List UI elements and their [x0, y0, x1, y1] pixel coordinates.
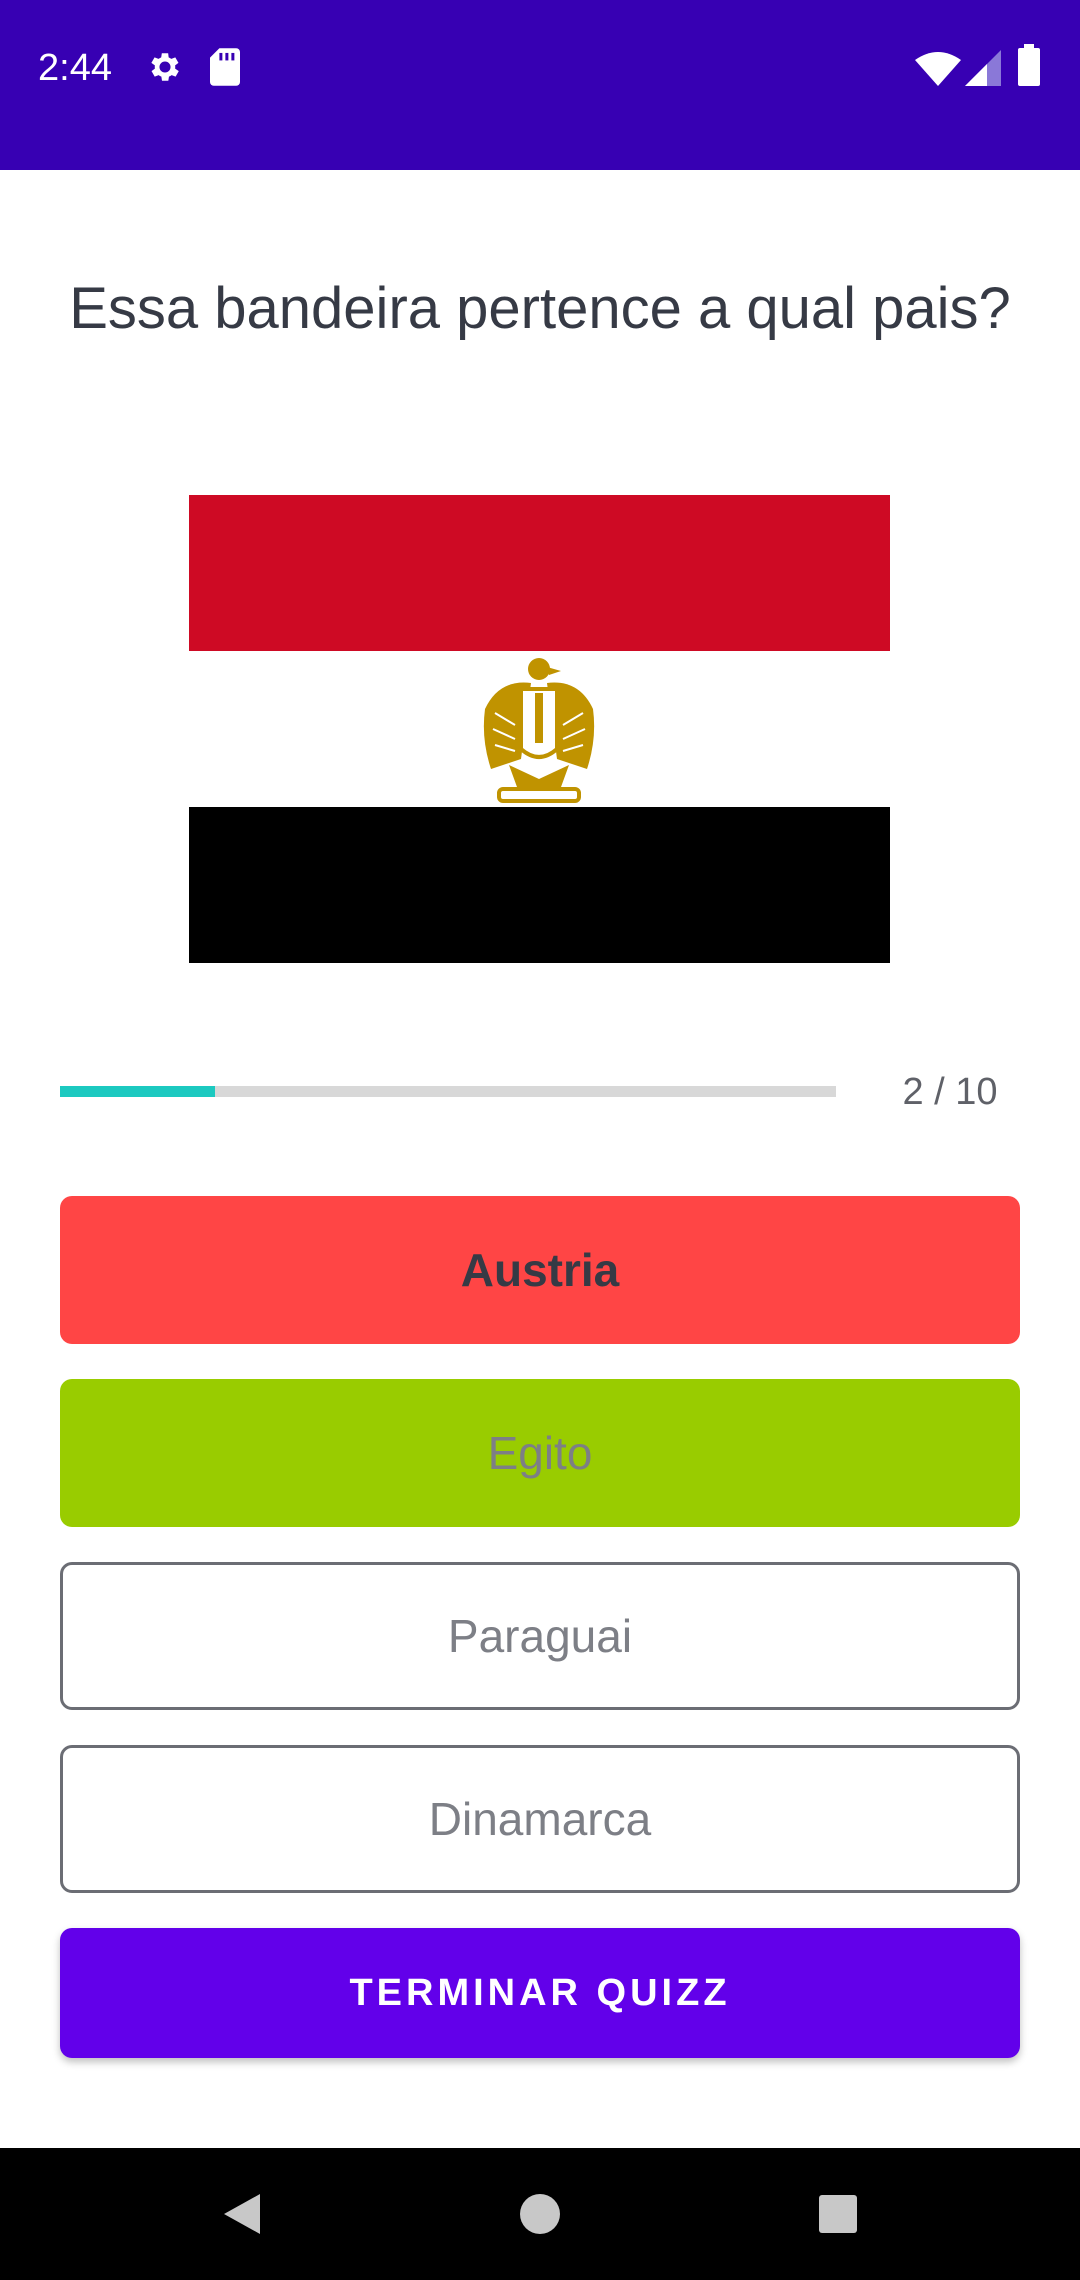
back-icon[interactable] — [210, 2182, 274, 2246]
finish-quiz-button[interactable]: TERMINAR QUIZZ — [60, 1928, 1020, 2058]
battery-icon — [1018, 44, 1040, 91]
quiz-screen: 2:44 Essa bandeira pertence a qual pais?… — [0, 0, 1080, 2280]
navigation-bar — [0, 2148, 1080, 2280]
answer-button-dinamarca[interactable]: Dinamarca — [60, 1745, 1020, 1893]
recents-icon[interactable] — [806, 2182, 870, 2246]
progress-bar — [60, 1086, 836, 1097]
question-text: Essa bandeira pertence a qual pais? — [69, 276, 1011, 341]
status-time: 2:44 — [38, 47, 112, 89]
gear-icon — [146, 48, 184, 91]
sd-card-icon — [210, 48, 240, 91]
answer-button-paraguai[interactable]: Paraguai — [60, 1562, 1020, 1710]
home-icon[interactable] — [508, 2182, 572, 2246]
progress-fill — [60, 1086, 216, 1097]
wifi-icon — [915, 52, 961, 91]
signal-icon — [965, 50, 1001, 91]
status-bar: 2:44 — [0, 0, 1080, 170]
answer-button-egito[interactable]: Egito — [60, 1379, 1020, 1527]
flag-image — [189, 495, 890, 963]
answer-button-austria[interactable]: Austria — [60, 1196, 1020, 1344]
progress-counter: 2 / 10 — [902, 1071, 998, 1113]
egypt-flag-icon — [189, 495, 890, 963]
